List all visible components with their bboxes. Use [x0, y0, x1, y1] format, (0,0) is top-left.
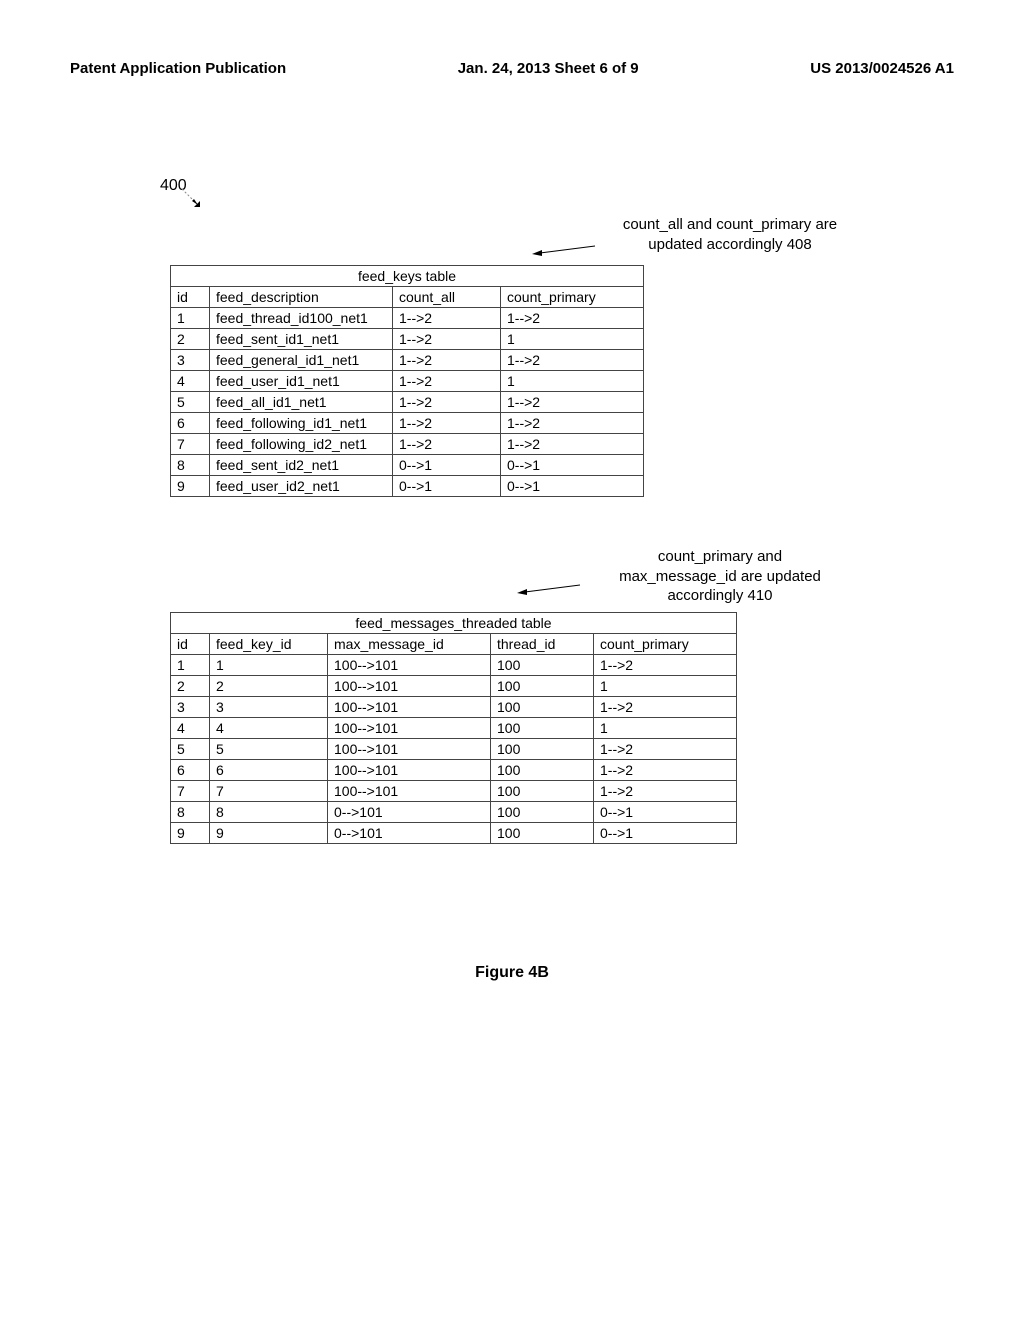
table-row: 5feed_all_id1_net11-->21-->2	[171, 392, 644, 413]
table1-title: feed_keys table	[171, 266, 644, 287]
table1-h1: feed_description	[210, 287, 393, 308]
header-right: US 2013/0024526 A1	[810, 60, 954, 77]
table-row: 1feed_thread_id100_net11-->21-->2	[171, 308, 644, 329]
feed-messages-table-wrap: feed_messages_threaded table id feed_key…	[170, 612, 954, 844]
table1-header-row: id feed_description count_all count_prim…	[171, 287, 644, 308]
table2-h4: count_primary	[594, 634, 737, 655]
feed-keys-table: feed_keys table id feed_description coun…	[170, 265, 644, 497]
table2-title: feed_messages_threaded table	[171, 613, 737, 634]
table1-h2: count_all	[393, 287, 501, 308]
arrow-400-icon	[180, 187, 954, 215]
table2-h2: max_message_id	[328, 634, 491, 655]
table1-h3: count_primary	[501, 287, 644, 308]
callout-410-arrow-icon	[515, 582, 585, 600]
table-row: 55100-->1011001-->2	[171, 739, 737, 760]
table2-h3: thread_id	[491, 634, 594, 655]
header-left: Patent Application Publication	[70, 60, 286, 77]
callout-408-line1: count_all and count_primary are	[623, 216, 837, 233]
table-row: 77100-->1011001-->2	[171, 781, 737, 802]
figure-caption: Figure 4B	[70, 964, 954, 982]
table-row: 3feed_general_id1_net11-->21-->2	[171, 350, 644, 371]
table-row: 4feed_user_id1_net11-->21	[171, 371, 644, 392]
table-row: 8feed_sent_id2_net10-->10-->1	[171, 455, 644, 476]
feed-keys-table-wrap: feed_keys table id feed_description coun…	[170, 265, 954, 497]
table2-h1: feed_key_id	[210, 634, 328, 655]
callout-410-text: count_primary and max_message_id are upd…	[570, 547, 870, 606]
table-row: 6feed_following_id1_net11-->21-->2	[171, 413, 644, 434]
callout-408: count_all and count_primary are updated …	[170, 215, 710, 265]
table-row: 66100-->1011001-->2	[171, 760, 737, 781]
table2-h0: id	[171, 634, 210, 655]
table-row: 990-->1011000-->1	[171, 823, 737, 844]
table-row: 880-->1011000-->1	[171, 802, 737, 823]
callout-408-line2: updated accordingly 408	[648, 236, 811, 253]
callout-410-line2: max_message_id are updated	[619, 568, 821, 585]
feed-messages-threaded-table: feed_messages_threaded table id feed_key…	[170, 612, 737, 844]
table-row: 44100-->1011001	[171, 718, 737, 739]
callout-408-arrow-icon	[530, 243, 600, 261]
table-row: 11100-->1011001-->2	[171, 655, 737, 676]
table-row: 33100-->1011001-->2	[171, 697, 737, 718]
table-row: 9feed_user_id2_net10-->10-->1	[171, 476, 644, 497]
table-row: 22100-->1011001	[171, 676, 737, 697]
page-header: Patent Application Publication Jan. 24, …	[70, 60, 954, 77]
table2-header-row: id feed_key_id max_message_id thread_id …	[171, 634, 737, 655]
table1-h0: id	[171, 287, 210, 308]
page-container: Patent Application Publication Jan. 24, …	[0, 0, 1024, 1042]
callout-410: count_primary and max_message_id are upd…	[170, 547, 710, 612]
callout-410-line3: accordingly 410	[667, 587, 772, 604]
header-center: Jan. 24, 2013 Sheet 6 of 9	[458, 60, 639, 77]
table-row: 7feed_following_id2_net11-->21-->2	[171, 434, 644, 455]
callout-408-text: count_all and count_primary are updated …	[580, 215, 880, 254]
table-row: 2feed_sent_id1_net11-->21	[171, 329, 644, 350]
callout-410-line1: count_primary and	[658, 548, 782, 565]
